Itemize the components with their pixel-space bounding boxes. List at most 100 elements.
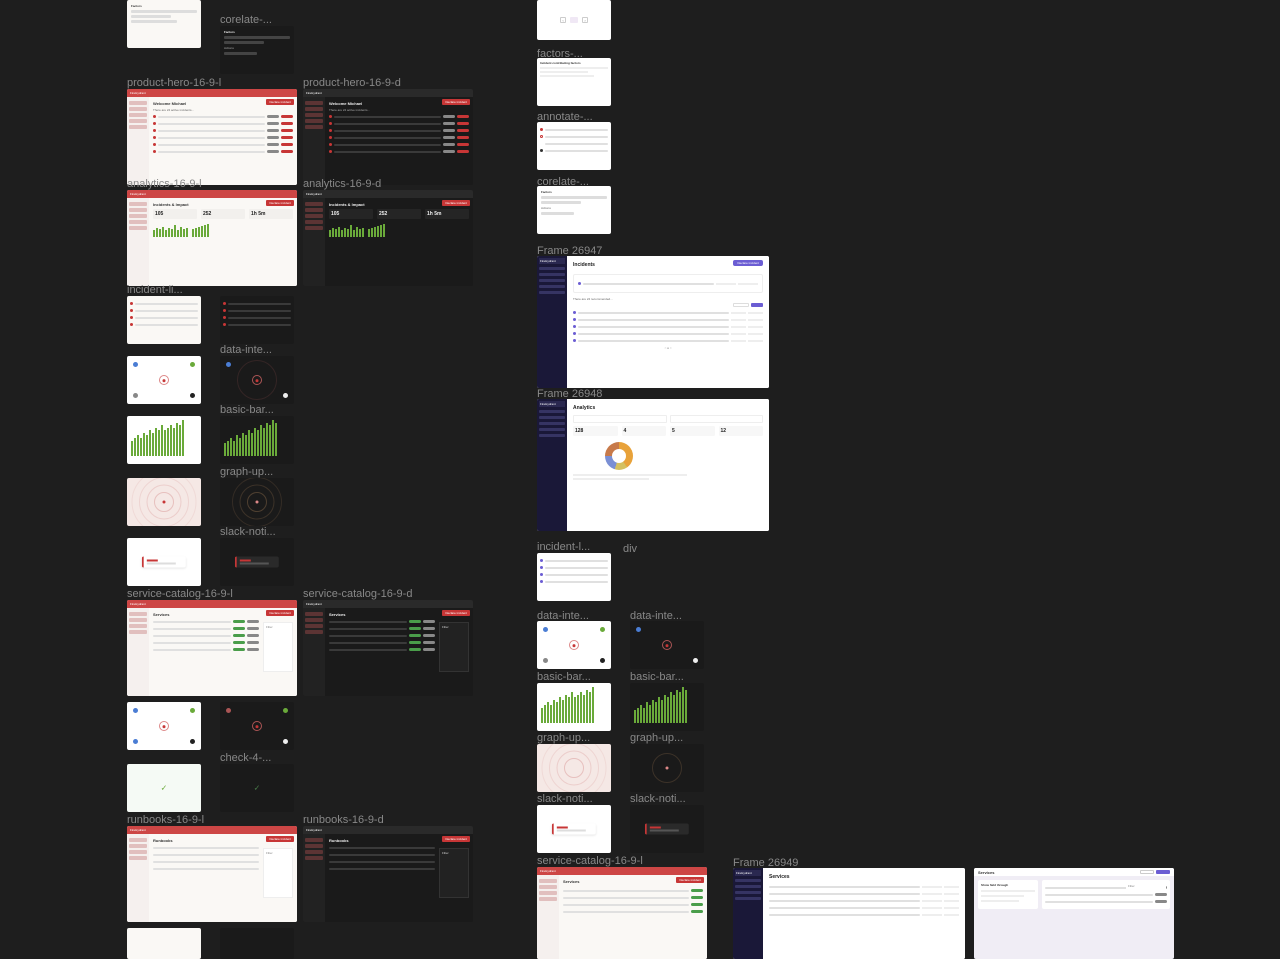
thumb-check-orbit-light[interactable]: ⬢	[127, 702, 201, 750]
thumb-frame-26949[interactable]: FireHydrant Services	[733, 868, 965, 959]
label-runbooks-l[interactable]: runbooks-16-9-l	[127, 814, 204, 826]
label-product-hero-d[interactable]: product-hero-16-9-d	[303, 77, 401, 89]
label-corelate-d[interactable]: corelate-...	[220, 14, 272, 26]
label-analytics-d[interactable]: analytics-16-9-d	[303, 178, 381, 190]
thumb-incident-list2[interactable]	[537, 553, 611, 601]
mini-sidebar	[303, 834, 325, 922]
thumb-data-inte-dark[interactable]: ⬢	[220, 356, 294, 404]
mini-sidebar	[127, 198, 149, 286]
table-row	[329, 142, 469, 147]
thumb-right-partial[interactable]: Services Show field through Filter	[974, 868, 1174, 959]
declare-button[interactable]: Declare incident	[676, 877, 704, 883]
label-runbooks-d[interactable]: runbooks-16-9-d	[303, 814, 384, 826]
label-graph-up2[interactable]: graph-up...	[537, 732, 590, 744]
label-slack-noti[interactable]: slack-noti...	[220, 526, 276, 538]
table-row	[563, 888, 703, 893]
table-row	[329, 149, 469, 154]
card-content: Factors Actions	[537, 186, 611, 221]
declare-button[interactable]: Declare incident	[442, 200, 470, 206]
thumb-data-inte-light2[interactable]: ⬢	[537, 621, 611, 669]
thumb-check-orbit-dark[interactable]: ⬢	[220, 702, 294, 750]
thumb-product-hero-light[interactable]: FireHydrant Declare incident Welcome Mic…	[127, 89, 297, 185]
thumb-slack-light2[interactable]	[537, 805, 611, 853]
node-icon	[190, 362, 195, 367]
label-check-4[interactable]: check-4-...	[220, 752, 271, 764]
thumb-catalog-light2[interactable]: FireHydrant Declare incident Services	[537, 867, 707, 959]
list-item	[540, 565, 608, 570]
thumb-slack-light[interactable]	[127, 538, 201, 586]
thumb-data-inte-dark2[interactable]: ⬢	[630, 621, 704, 669]
label-basic-bar2[interactable]: basic-bar...	[537, 671, 591, 683]
thumb-graph-up-dark[interactable]	[220, 478, 294, 526]
center-icon: ⬢	[159, 721, 169, 731]
label-product-hero-l[interactable]: product-hero-16-9-l	[127, 77, 221, 89]
label-slack3[interactable]: slack-noti...	[630, 793, 686, 805]
label-data-inte[interactable]: data-inte...	[220, 344, 272, 356]
node-icon	[543, 627, 548, 632]
label-slack2[interactable]: slack-noti...	[537, 793, 593, 805]
thumb-check-dark[interactable]: ✓	[220, 764, 294, 812]
table-row	[769, 912, 959, 917]
thumb-bottom-dark[interactable]	[220, 928, 294, 959]
declare-button[interactable]: Declare incident	[266, 836, 294, 842]
thumb-check-light[interactable]: ✓	[127, 764, 201, 812]
declare-button[interactable]: Declare incident	[266, 200, 294, 206]
thumb-pager[interactable]: ‹ ›	[537, 0, 611, 40]
thumb-analytics-dark[interactable]: FireHydrant Declare incident Incidents &…	[303, 190, 473, 286]
list-item	[540, 579, 608, 584]
stat-1: 105	[331, 211, 371, 217]
label-graph-up3[interactable]: graph-up...	[630, 732, 683, 744]
filter-panel: Filter	[439, 848, 469, 898]
thumb-data-inte-light[interactable]: ⬢	[127, 356, 201, 404]
label-incident-l[interactable]: incident-li...	[127, 284, 183, 296]
declare-button[interactable]: Declare incident	[266, 610, 294, 616]
label-service-catalog-l2[interactable]: service-catalog-16-9-l	[537, 855, 643, 867]
thumb-frame-26948[interactable]: FireHydrant Analytics 128 4 5 12	[537, 399, 769, 531]
label-div[interactable]: div	[623, 543, 637, 555]
next-icon[interactable]: ›	[582, 17, 588, 23]
thumb-catalog-light[interactable]: FireHydrant Declare incident Services Fi…	[127, 600, 297, 696]
label-basic-bar[interactable]: basic-bar...	[220, 404, 274, 416]
thumb-contributing[interactable]: Incident contributing factors	[537, 58, 611, 106]
thumb-graph-up-light[interactable]	[127, 478, 201, 526]
thumb-bottom-light[interactable]	[127, 928, 201, 959]
card-content: Factors Actions	[220, 26, 294, 61]
thumb-incident-light[interactable]	[127, 296, 201, 344]
thumb-runbooks-light[interactable]: FireHydrant Declare incident Runbooks Fi…	[127, 826, 297, 922]
label-service-catalog-d[interactable]: service-catalog-16-9-d	[303, 588, 412, 600]
declare-button[interactable]: Declare incident	[442, 99, 470, 105]
thumb-basic-bar-light2[interactable]	[537, 683, 611, 731]
declare-button[interactable]: Declare incident	[442, 836, 470, 842]
label-basic-bar3[interactable]: basic-bar...	[630, 671, 684, 683]
table-row	[153, 149, 293, 154]
thumb-annotate[interactable]	[537, 122, 611, 170]
thumb-rings-dark2[interactable]	[630, 744, 704, 792]
thumb-basic-bar-dark[interactable]	[220, 416, 294, 464]
thumb-slack-dark[interactable]	[220, 538, 294, 586]
node-icon	[283, 393, 288, 398]
thumb-runbooks-dark[interactable]: FireHydrant Declare incident Runbooks Fi…	[303, 826, 473, 922]
prev-icon[interactable]: ‹	[560, 17, 566, 23]
thumb-corelate-dark[interactable]: Factors Actions	[220, 26, 294, 74]
thumb-catalog-dark[interactable]: FireHydrant Declare incident Services Fi…	[303, 600, 473, 696]
thumb-basic-bar-dark2[interactable]	[630, 683, 704, 731]
center-icon: ⬢	[569, 640, 579, 650]
thumb-slack-dark2[interactable]	[630, 805, 704, 853]
thumb-corelate-light[interactable]: Factors	[127, 0, 201, 48]
label-service-catalog-l[interactable]: service-catalog-16-9-l	[127, 588, 233, 600]
label-graph-up[interactable]: graph-up...	[220, 466, 273, 478]
thumb-corelate2[interactable]: Factors Actions	[537, 186, 611, 234]
label-incident-l2[interactable]: incident-l...	[537, 541, 590, 553]
label-analytics-l[interactable]: analytics-16-9-l	[127, 178, 202, 190]
thumb-frame-26947[interactable]: FireHydrant Declare incident Incidents T…	[537, 256, 769, 388]
thumb-analytics-light[interactable]: FireHydrant Declare incident Incidents &…	[127, 190, 297, 286]
orbit: ⬢	[630, 621, 704, 669]
declare-button[interactable]: Declare incident	[733, 260, 763, 266]
declare-button[interactable]: Declare incident	[266, 99, 294, 105]
list-item	[540, 141, 608, 146]
thumb-basic-bar-light[interactable]	[127, 416, 201, 464]
declare-button[interactable]: Declare incident	[442, 610, 470, 616]
thumb-incident-dark[interactable]	[220, 296, 294, 344]
thumb-product-hero-dark[interactable]: FireHydrant Declare incident Welcome Mic…	[303, 89, 473, 185]
thumb-rings-light2[interactable]	[537, 744, 611, 792]
